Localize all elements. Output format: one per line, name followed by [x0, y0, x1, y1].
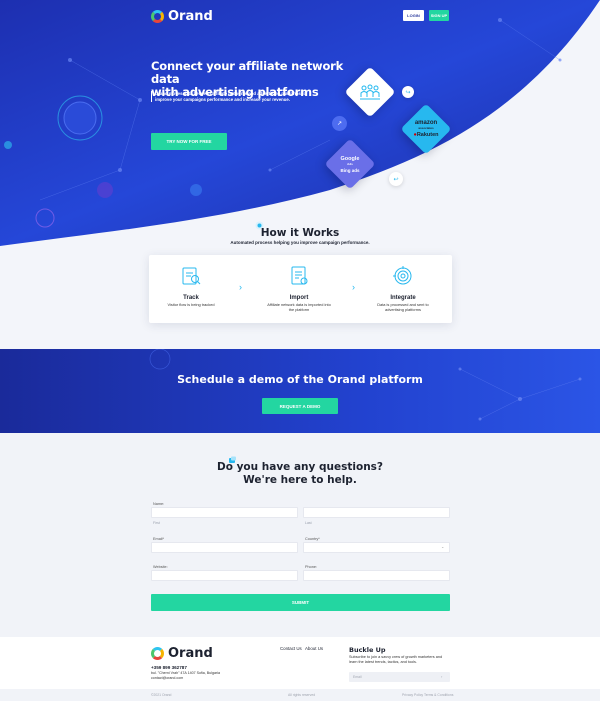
logo-icon	[151, 10, 164, 23]
integrate-icon	[393, 266, 412, 285]
arrow-left-icon: ↩	[389, 172, 403, 186]
chevron-right-icon: ›	[239, 282, 242, 292]
contact-title: Do you have any questions? We're here to…	[0, 461, 600, 487]
email-input[interactable]	[151, 542, 298, 553]
last-hint: Last	[305, 521, 312, 525]
hero-subtitle-line2: improve your campaigns performance and i…	[155, 96, 290, 102]
buckle-up-title: Buckle Up	[349, 646, 386, 654]
step-title: Integrate	[390, 295, 416, 301]
name-label: Name:	[153, 502, 165, 506]
login-button[interactable]: LOGIN	[403, 10, 424, 21]
website-label: Website:	[153, 565, 168, 569]
try-now-button[interactable]: TRY NOW FOR FREE	[151, 133, 227, 150]
hero-section: Orand LOGIN SIGN UP Connect your affilia…	[0, 0, 600, 250]
amazon-rakuten-logos: amazon associates ●Rakuten	[402, 111, 450, 147]
schedule-title: Schedule a demo of the Orand platform	[177, 373, 423, 386]
step-description: Visitor flow is being tracked	[167, 302, 215, 307]
first-name-input[interactable]	[151, 507, 298, 518]
footer-link-contact[interactable]: Contact Us	[280, 646, 302, 651]
step-import: Import Affiliate network data is importe…	[259, 265, 339, 313]
track-icon	[182, 267, 201, 285]
bing-ads-logo: Bing ads	[340, 167, 360, 173]
step-title: Import	[289, 295, 309, 301]
signup-button[interactable]: SIGN UP	[429, 10, 449, 21]
country-label: Country*	[305, 537, 320, 541]
first-hint: First	[153, 521, 160, 525]
logo-text: Orand	[168, 9, 213, 24]
website-input[interactable]	[151, 570, 298, 581]
hero-subtitle: Orand moves data between affiliate netwo…	[151, 91, 321, 103]
chevron-right-icon: ›	[352, 282, 355, 292]
hero-title-line1: Connect your affiliate network data	[151, 59, 344, 86]
footer-address: bul. "Cherni Vrah" 47A 1407 Sofia, Bulga…	[151, 671, 220, 680]
buckle-up-text: Subscribe to join a savvy crew of growth…	[349, 655, 443, 665]
amazon-sub: associates	[418, 126, 434, 130]
contact-title-line1: Do you have any questions?	[216, 461, 384, 473]
schedule-demo-section	[0, 349, 600, 433]
phone-input[interactable]	[303, 570, 450, 581]
last-name-input[interactable]	[303, 507, 450, 518]
newsletter-email-placeholder: Email	[353, 675, 362, 679]
import-icon	[291, 266, 308, 285]
share-icon: ↗	[332, 116, 347, 131]
footer	[0, 637, 600, 689]
google-ads-sub: Ads	[347, 161, 353, 166]
request-demo-button[interactable]: REQUEST A DEMO	[262, 398, 338, 414]
hero-background	[0, 0, 600, 246]
step-title: Track	[183, 295, 199, 301]
how-it-works-card: Track Visitor flow is being tracked › Im…	[149, 255, 452, 323]
privacy-link[interactable]: Privacy Policy	[402, 693, 423, 697]
rights-text: All rights reserved	[288, 693, 316, 697]
step-description: Affiliate network data is imported into …	[267, 302, 331, 312]
logo-text: Orand	[168, 646, 213, 661]
country-select[interactable]	[303, 542, 450, 553]
footer-logo[interactable]: Orand	[151, 646, 213, 661]
copyright: ©2021 Orand	[151, 693, 172, 697]
hero-subtitle-line1: Orand moves data between affiliate netwo…	[155, 91, 307, 96]
newsletter-email-input[interactable]	[349, 672, 450, 682]
arrow-right-icon[interactable]: ›	[441, 674, 442, 679]
terms-link[interactable]: Terms & Conditions	[424, 693, 453, 697]
footer-phone[interactable]: +359 899 362787	[151, 665, 187, 670]
users-icon	[352, 74, 388, 110]
chevron-down-icon: ⌄	[441, 544, 445, 549]
header-logo[interactable]: Orand	[151, 9, 213, 24]
arrow-right-icon: ↪	[402, 86, 414, 98]
schedule-background	[0, 349, 600, 433]
how-it-works-title: How it Works	[260, 227, 340, 239]
step-description: Data is processed and sent to advertisin…	[377, 302, 429, 312]
logo-icon	[151, 647, 164, 660]
step-integrate: Integrate Data is processed and sent to …	[363, 265, 443, 313]
footer-link-about[interactable]: About Us	[305, 646, 323, 651]
email-label: Email*	[153, 537, 164, 541]
rakuten-logo: ●Rakuten	[413, 132, 439, 138]
submit-button[interactable]: SUBMIT	[151, 594, 450, 611]
step-track: Track Visitor flow is being tracked	[151, 265, 231, 308]
google-bing-logos: Google Ads Bing ads	[326, 146, 374, 182]
phone-label: Phone:	[305, 565, 318, 569]
how-it-works-subtitle: Automated process helping you improve ca…	[230, 240, 370, 245]
contact-title-line2: We're here to help.	[243, 474, 357, 486]
